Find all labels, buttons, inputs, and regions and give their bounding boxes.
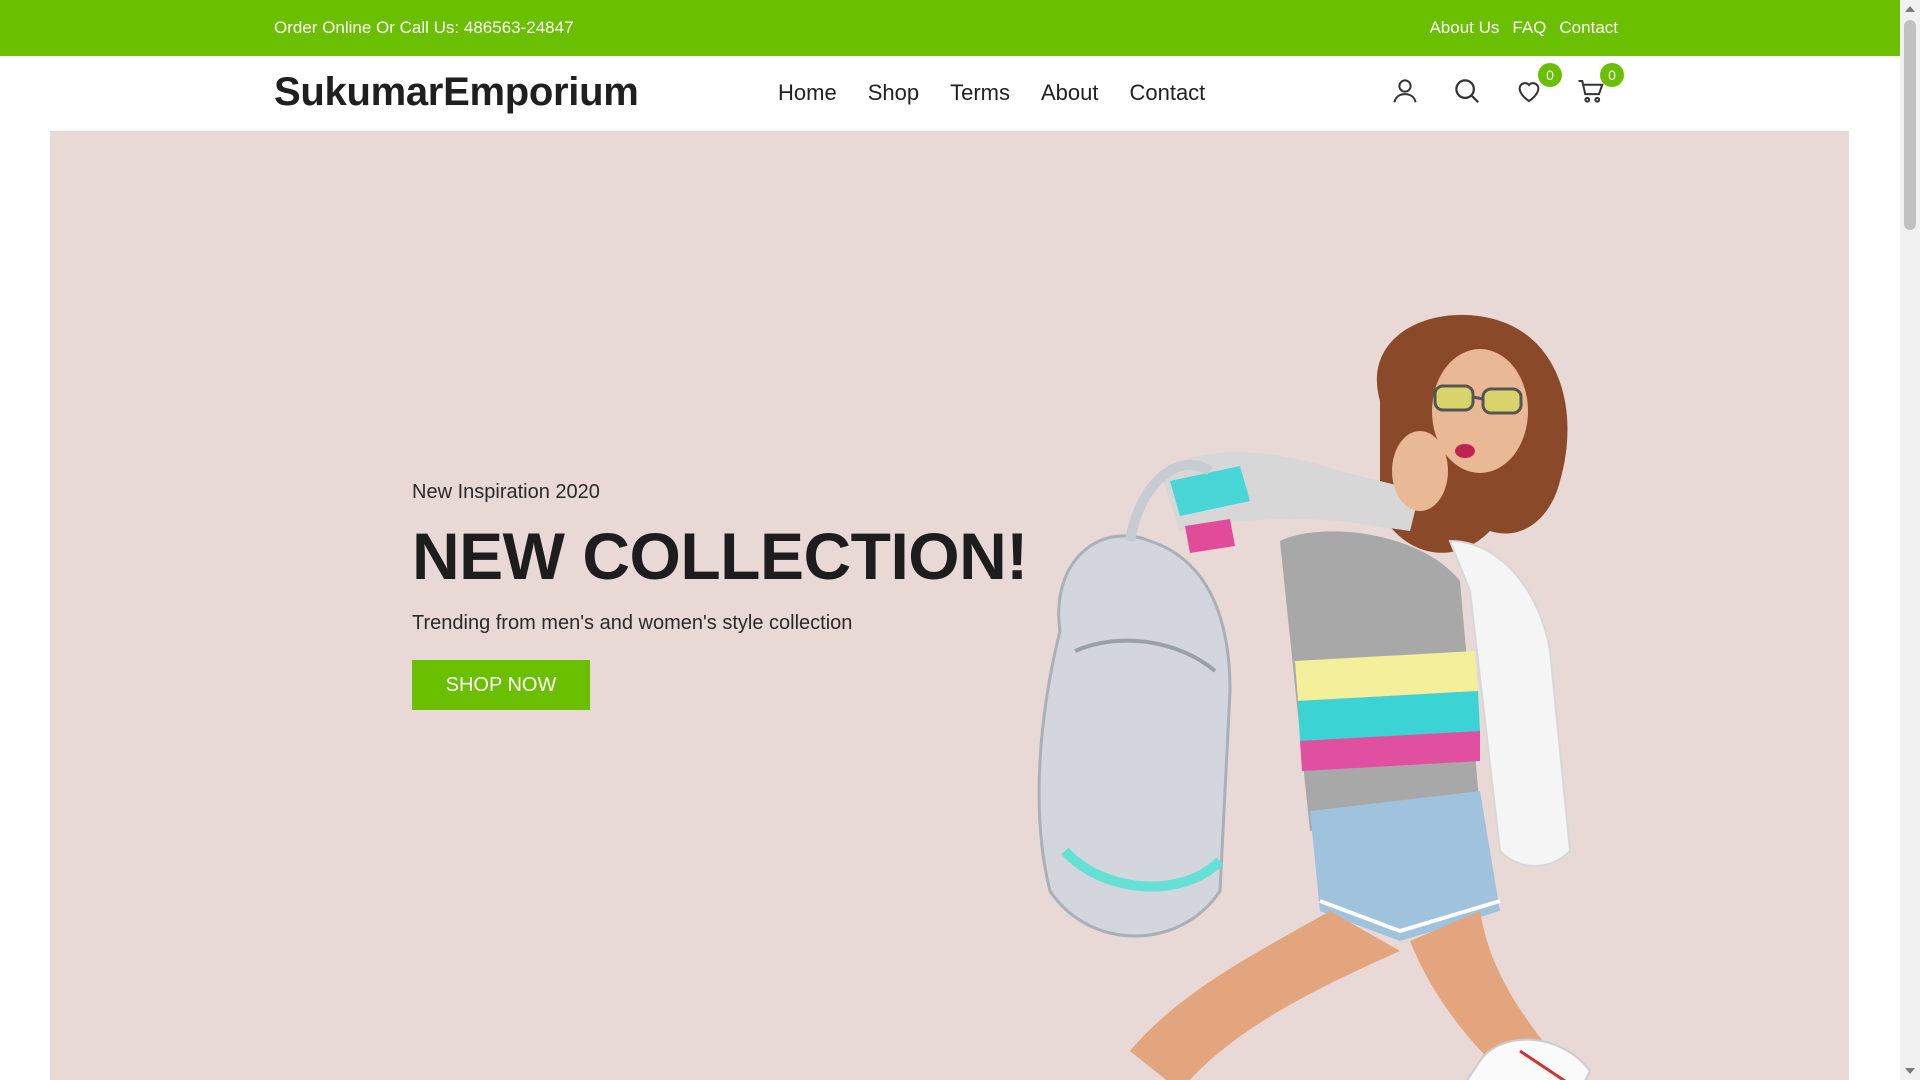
scroll-down-arrow-icon[interactable]: [1905, 1068, 1915, 1074]
order-phone-text: Order Online Or Call Us: 486563-24847: [274, 18, 574, 37]
cart-count-badge: 0: [1600, 63, 1624, 87]
top-bar: Order Online Or Call Us: 486563-24847 Ab…: [0, 0, 1900, 56]
cart-button[interactable]: 0: [1576, 63, 1624, 110]
hero-subhead: New Inspiration 2020: [412, 481, 600, 503]
search-button[interactable]: [1452, 76, 1486, 110]
user-icon: [1393, 79, 1417, 103]
hero-model-image: [1037, 314, 1592, 1080]
hero-tagline: Trending from men's and women's style co…: [412, 612, 853, 634]
scrollbar-thumb[interactable]: [1904, 20, 1916, 230]
nav-about[interactable]: About: [1041, 80, 1099, 106]
hero-text: New Inspiration 2020 NEW COLLECTION! Tre…: [412, 481, 1028, 710]
top-link-faq[interactable]: FAQ: [1512, 0, 1546, 56]
hero-headline: NEW COLLECTION!: [412, 519, 1028, 593]
main-header: SukumarEmporium Home Shop Terms About Co…: [0, 56, 1900, 131]
shop-now-button[interactable]: SHOP NOW: [412, 660, 590, 710]
nav-terms[interactable]: Terms: [950, 80, 1010, 106]
search-icon: [1455, 79, 1480, 104]
site-logo[interactable]: SukumarEmporium: [274, 70, 639, 115]
top-link-contact[interactable]: Contact: [1559, 0, 1618, 56]
account-button[interactable]: [1390, 76, 1424, 110]
nav-shop[interactable]: Shop: [868, 80, 919, 106]
top-links: About Us FAQ Contact: [1429, 0, 1618, 56]
main-nav: Home Shop Terms About Contact: [778, 80, 1205, 106]
top-link-about-us[interactable]: About Us: [1429, 0, 1499, 56]
wishlist-button[interactable]: 0: [1514, 63, 1562, 110]
scroll-up-arrow-icon[interactable]: [1905, 6, 1915, 12]
hero-banner: New Inspiration 2020 NEW COLLECTION! Tre…: [50, 131, 1849, 1080]
nav-home[interactable]: Home: [778, 80, 837, 106]
wishlist-count-badge: 0: [1538, 63, 1562, 87]
page-scrollbar[interactable]: [1900, 0, 1920, 1080]
nav-contact[interactable]: Contact: [1129, 80, 1205, 106]
